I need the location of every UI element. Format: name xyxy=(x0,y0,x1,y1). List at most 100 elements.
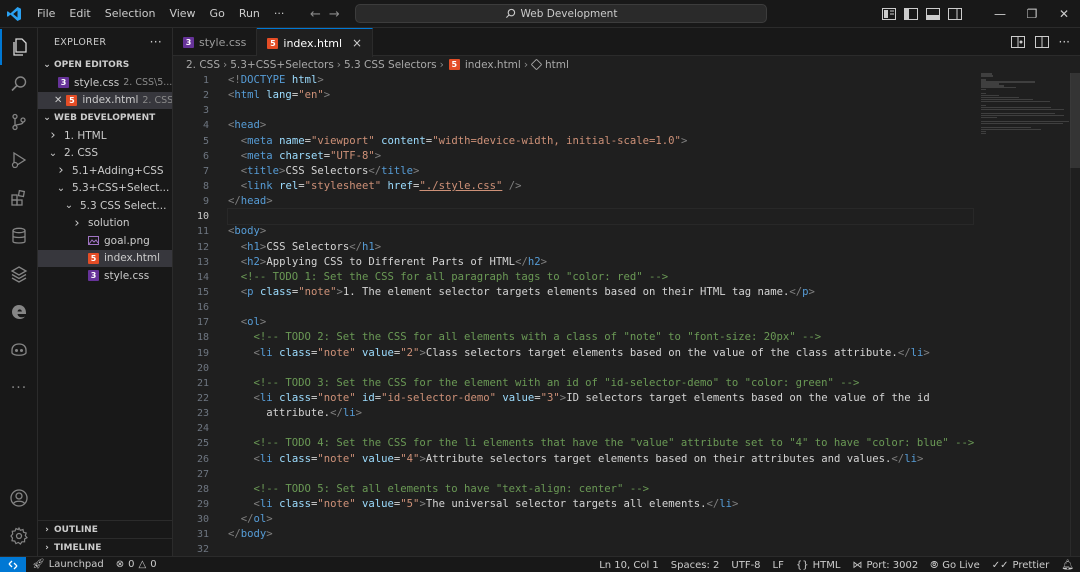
code-line[interactable] xyxy=(228,542,973,556)
tree-folder[interactable]: ⌄ 5.3+CSS+Select... xyxy=(38,180,172,198)
menu-item[interactable]: File xyxy=(30,0,62,28)
tree-folder[interactable]: ⌄ 5.3 CSS Select... xyxy=(38,197,172,215)
tab-index-html[interactable]: 5 index.html × xyxy=(257,28,374,57)
code-line[interactable]: </ol> xyxy=(228,512,973,527)
code-line[interactable]: <!-- TODO 3: Set the CSS for the element… xyxy=(228,376,973,391)
tab-style-css[interactable]: 3 style.css xyxy=(173,28,258,56)
menu-item[interactable]: Run xyxy=(232,0,267,28)
code-line[interactable] xyxy=(228,467,973,482)
open-editor-item[interactable]: 3 style.css 2. CSS\5... xyxy=(38,74,172,92)
scroll-thumb[interactable] xyxy=(1070,73,1080,168)
menu-item[interactable]: Go xyxy=(203,0,232,28)
explorer-more-icon[interactable]: ··· xyxy=(150,35,162,49)
end-of-line[interactable]: LF xyxy=(767,560,790,571)
toggle-primary-sidebar-icon[interactable] xyxy=(900,8,922,20)
tree-folder[interactable]: ⌄ 2. CSS xyxy=(38,145,172,163)
outline-section[interactable]: › OUTLINE xyxy=(38,520,172,538)
tree-file[interactable]: 3 style.css xyxy=(38,267,172,285)
code-line[interactable]: <html lang="en"> xyxy=(228,88,973,103)
breadcrumb-item[interactable]: 2. CSS xyxy=(186,59,220,71)
menu-item[interactable]: View xyxy=(162,0,202,28)
code-line[interactable]: <h1>CSS Selectors</h1> xyxy=(228,240,973,255)
code-line[interactable] xyxy=(228,103,973,118)
tree-file[interactable]: goal.png xyxy=(38,232,172,250)
code-line[interactable]: <title>CSS Selectors</title> xyxy=(228,164,973,179)
more-actions-icon[interactable]: ··· xyxy=(1059,35,1070,49)
database-icon[interactable] xyxy=(0,218,38,254)
workspace-section[interactable]: ⌄ WEB DEVELOPMENT xyxy=(38,109,172,127)
code-line[interactable]: <ol> xyxy=(228,315,973,330)
code-line[interactable]: <head> xyxy=(228,118,973,133)
menu-item[interactable]: ··· xyxy=(267,0,292,28)
search-icon[interactable] xyxy=(0,66,38,102)
close-icon[interactable]: ✕ xyxy=(54,95,62,106)
code-line[interactable]: <meta charset="UTF-8"> xyxy=(228,149,973,164)
open-editors-section[interactable]: ⌄ OPEN EDITORS xyxy=(38,56,172,74)
minimize-button[interactable]: — xyxy=(984,0,1016,28)
code-line[interactable] xyxy=(228,300,973,315)
code-line[interactable]: <!-- TODO 5: Set all elements to have "t… xyxy=(228,482,973,497)
code-line[interactable]: <p class="note">1. The element selector … xyxy=(228,285,973,300)
tree-file[interactable]: 5 index.html xyxy=(38,249,172,267)
close-tab-icon[interactable]: × xyxy=(352,36,362,50)
back-arrow-icon[interactable]: ← xyxy=(310,7,321,22)
launchpad-item[interactable]: 🚀︎ Launchpad xyxy=(26,559,110,570)
code-line[interactable]: </head> xyxy=(228,194,973,209)
breadcrumb-item[interactable]: 5.3 CSS Selectors xyxy=(344,59,437,71)
open-preview-icon[interactable] xyxy=(1010,36,1025,48)
code-line[interactable]: <link rel="stylesheet" href="./style.css… xyxy=(228,179,973,194)
code-line[interactable]: <!-- TODO 4: Set the CSS for the li elem… xyxy=(228,436,975,451)
breadcrumb-item[interactable]: index.html xyxy=(465,59,521,71)
tree-folder[interactable]: › solution xyxy=(38,215,172,233)
layers-icon[interactable] xyxy=(0,256,38,292)
code-line[interactable] xyxy=(228,421,973,436)
breadcrumb-item[interactable]: 5.3+CSS+Selectors xyxy=(230,59,334,71)
indentation[interactable]: Spaces: 2 xyxy=(665,560,726,571)
go-live-item[interactable]: ⦾ Go Live xyxy=(924,560,985,571)
restore-button[interactable]: ❐ xyxy=(1016,0,1048,28)
open-editor-item[interactable]: ✕ 5 index.html2. CSS\5... xyxy=(38,91,172,109)
forward-arrow-icon[interactable]: → xyxy=(329,7,340,22)
code-lines[interactable]: <!DOCTYPE html> <html lang="en"> <head> <m… xyxy=(227,73,975,556)
language-mode[interactable]: {} HTML xyxy=(790,560,847,571)
code-editor[interactable]: 1 2 3 4 5 6 7 8 9 10 11 12 13 14 15 16 17 18 19 20 21 22 23 24 2… xyxy=(173,73,1080,556)
more-icon[interactable]: ··· xyxy=(0,370,38,406)
run-debug-icon[interactable] xyxy=(0,142,38,178)
settings-gear-icon[interactable] xyxy=(0,518,38,554)
edge-icon[interactable] xyxy=(0,294,38,330)
notifications-item[interactable]: 🔔︎ xyxy=(1055,560,1080,571)
extensions-icon[interactable] xyxy=(0,180,38,216)
source-control-icon[interactable] xyxy=(0,104,38,140)
code-line[interactable]: attribute.</li> xyxy=(228,406,973,421)
port-item[interactable]: ⋈ Port: 3002 xyxy=(846,560,924,571)
code-line[interactable]: <!-- TODO 2: Set the CSS for all element… xyxy=(228,330,973,345)
customize-layout-icon[interactable] xyxy=(878,8,900,20)
explorer-icon[interactable] xyxy=(0,29,38,65)
problems-item[interactable]: ⊗ 0 △ 0 xyxy=(110,559,163,570)
code-line[interactable]: <li class="note" value="5">The universal… xyxy=(228,497,973,512)
code-line[interactable]: <li class="note" value="2">Class selecto… xyxy=(228,346,973,361)
code-line[interactable]: <!DOCTYPE html> xyxy=(228,73,973,88)
timeline-section[interactable]: › TIMELINE xyxy=(38,538,172,556)
code-line[interactable] xyxy=(227,208,974,226)
code-line[interactable]: <h2>Applying CSS to Different Parts of H… xyxy=(228,255,973,270)
command-center-search[interactable]: Web Development xyxy=(355,4,767,23)
encoding[interactable]: UTF-8 xyxy=(725,560,766,571)
prettier-item[interactable]: ✓✓ Prettier xyxy=(986,560,1056,571)
code-line[interactable]: <li class="note" value="4">Attribute sel… xyxy=(228,452,973,467)
close-window-button[interactable]: ✕ xyxy=(1048,0,1080,28)
account-icon[interactable] xyxy=(0,480,38,516)
minimap[interactable] xyxy=(981,73,1071,135)
code-line[interactable]: <!-- TODO 1: Set the CSS for all paragra… xyxy=(228,270,973,285)
toggle-secondary-sidebar-icon[interactable] xyxy=(944,8,966,20)
menu-item[interactable]: Edit xyxy=(62,0,97,28)
tree-folder[interactable]: › 1. HTML xyxy=(38,127,172,145)
toggle-panel-icon[interactable] xyxy=(922,8,944,20)
breadcrumb-item[interactable]: html xyxy=(545,59,569,71)
code-line[interactable]: </body> xyxy=(228,527,973,542)
remote-indicator[interactable] xyxy=(0,556,26,572)
menu-item[interactable]: Selection xyxy=(98,0,163,28)
github-copilot-icon[interactable] xyxy=(0,332,38,368)
split-editor-icon[interactable] xyxy=(1034,36,1049,48)
vertical-scrollbar[interactable] xyxy=(1070,73,1080,556)
